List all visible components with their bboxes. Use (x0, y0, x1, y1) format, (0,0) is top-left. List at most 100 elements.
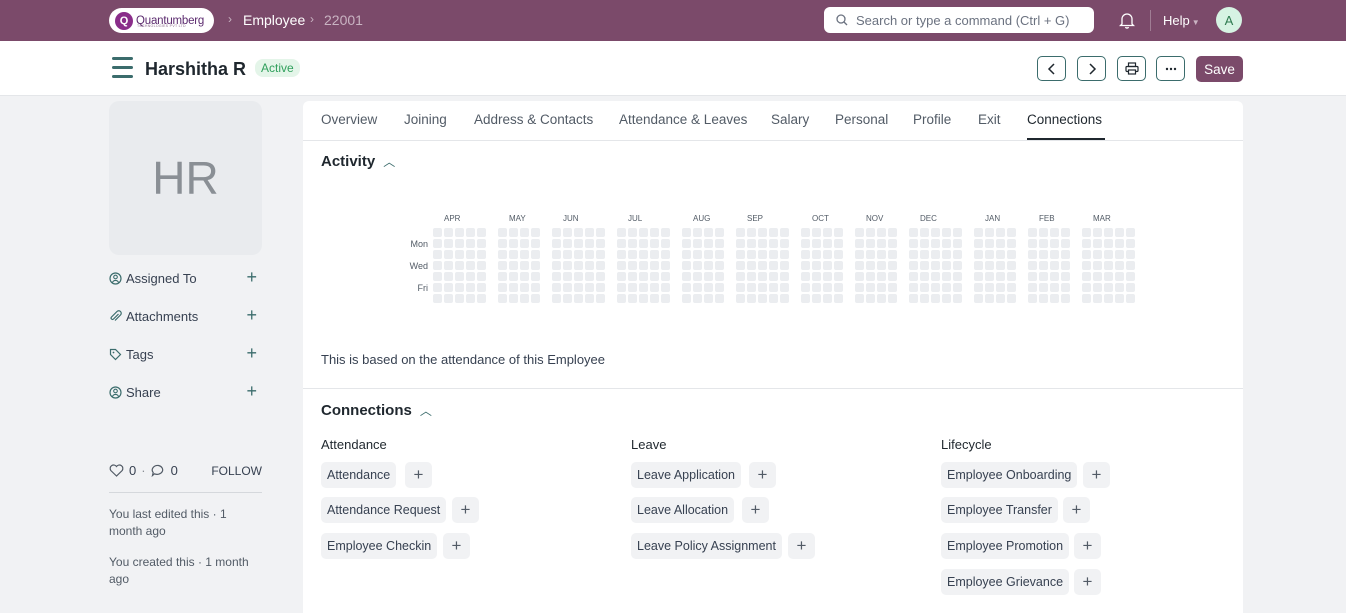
tab-address-contacts[interactable]: Address & Contacts (474, 112, 593, 127)
heatmap-cell (1007, 261, 1016, 270)
employee-avatar[interactable]: HR (109, 101, 262, 255)
brand-logo[interactable]: Q Quantumberg TECHNOLOGIES PVT LTD (109, 8, 214, 33)
add-leave-policy-assignment-button[interactable]: + (788, 533, 815, 559)
heatmap-cell (909, 250, 918, 259)
add-attendance-request-button[interactable]: + (452, 497, 479, 523)
help-label: Help (1163, 13, 1190, 28)
heatmap-cell (531, 261, 540, 270)
heatmap-cell (1082, 272, 1091, 281)
heatmap-cell (617, 294, 626, 303)
heatmap-cell (1061, 250, 1070, 259)
next-record-button[interactable] (1077, 56, 1106, 81)
link-leave-policy-assignment[interactable]: Leave Policy Assignment (631, 533, 782, 559)
heatmap-cell (877, 250, 886, 259)
save-button[interactable]: Save (1196, 56, 1243, 82)
heatmap-cell (888, 272, 897, 281)
search-input[interactable] (856, 12, 1086, 28)
tab-overview[interactable]: Overview (321, 112, 377, 127)
heatmap-cell (1039, 294, 1048, 303)
sidebar-item-share[interactable]: Share + (109, 382, 262, 402)
breadcrumb-record[interactable]: 22001 (324, 12, 363, 28)
help-menu[interactable]: Help ▼ (1163, 13, 1200, 28)
sidebar-item-tags[interactable]: Tags + (109, 344, 262, 364)
heatmap-cell (780, 272, 789, 281)
add-employee-checkin-button[interactable]: + (443, 533, 470, 559)
heatmap-cell (1061, 283, 1070, 292)
heatmap-cell (1082, 228, 1091, 237)
link-employee-onboarding[interactable]: Employee Onboarding (941, 462, 1078, 488)
follow-button[interactable]: FOLLOW (211, 464, 262, 478)
add-employee-onboarding-button[interactable]: + (1083, 462, 1110, 488)
link-employee-promotion[interactable]: Employee Promotion (941, 533, 1070, 559)
tab-salary[interactable]: Salary (771, 112, 809, 127)
link-leave-application[interactable]: Leave Application (631, 462, 741, 488)
heatmap-cell (650, 283, 659, 292)
activity-section-header[interactable]: Activity ︿ (321, 153, 395, 170)
more-actions-button[interactable] (1156, 56, 1185, 81)
sidebar-toggle-icon[interactable] (112, 57, 133, 79)
previous-record-button[interactable] (1037, 56, 1066, 81)
heatmap-cell (942, 250, 951, 259)
heatmap-cell (585, 239, 594, 248)
heatmap-cell (1007, 272, 1016, 281)
add-employee-transfer-button[interactable]: + (1063, 497, 1090, 523)
user-avatar[interactable]: A (1216, 7, 1242, 33)
link-employee-checkin[interactable]: Employee Checkin (321, 533, 438, 559)
breadcrumb-employee[interactable]: Employee (243, 12, 305, 28)
heatmap-cell (585, 283, 594, 292)
heatmap-cell (1115, 228, 1124, 237)
tab-personal[interactable]: Personal (835, 112, 888, 127)
comment-icon[interactable] (151, 464, 166, 477)
heatmap-cell (617, 228, 626, 237)
tab-joining[interactable]: Joining (404, 112, 447, 127)
add-employee-promotion-button[interactable]: + (1074, 533, 1101, 559)
sidebar-item-assigned-to[interactable]: Assigned To + (109, 268, 262, 288)
heatmap-cell (877, 294, 886, 303)
heatmap-cell (780, 239, 789, 248)
print-button[interactable] (1117, 56, 1146, 81)
heatmap-cell (585, 294, 594, 303)
connections-section-header[interactable]: Connections ︿ (321, 402, 432, 419)
heatmap-cell (552, 294, 561, 303)
heatmap-cell (444, 228, 453, 237)
link-attendance-request[interactable]: Attendance Request (321, 497, 447, 523)
search-bar[interactable] (824, 7, 1094, 33)
heatmap-cell (1082, 294, 1091, 303)
add-attendance-button[interactable]: + (405, 462, 432, 488)
link-employee-grievance[interactable]: Employee Grievance (941, 569, 1070, 595)
heatmap-cell (996, 294, 1005, 303)
heatmap-cell (974, 239, 983, 248)
heatmap-cell (812, 272, 821, 281)
add-share-button[interactable]: + (246, 382, 257, 400)
heatmap-cell (628, 250, 637, 259)
bell-icon[interactable] (1119, 12, 1135, 29)
add-employee-grievance-button[interactable]: + (1074, 569, 1101, 595)
engagement-stats: 0 · 0 FOLLOW (109, 463, 262, 478)
add-assignee-button[interactable]: + (246, 268, 257, 286)
add-leave-application-button[interactable]: + (749, 462, 776, 488)
heatmap-cell (477, 250, 486, 259)
heatmap-cell (996, 283, 1005, 292)
heart-icon[interactable] (109, 464, 124, 477)
tab-bar: Overview Joining Address & Contacts Atte… (303, 101, 1243, 141)
active-tab-indicator (1027, 138, 1105, 140)
tab-connections[interactable]: Connections (1027, 112, 1102, 127)
add-attachment-button[interactable]: + (246, 306, 257, 324)
chevron-up-icon: ︿ (383, 155, 396, 169)
link-attendance[interactable]: Attendance (321, 462, 397, 488)
heatmap-cell (693, 261, 702, 270)
tab-profile[interactable]: Profile (913, 112, 951, 127)
tab-attendance-leaves[interactable]: Attendance & Leaves (619, 112, 747, 127)
heatmap-cell (974, 261, 983, 270)
tab-exit[interactable]: Exit (978, 112, 1001, 127)
heatmap-cell (801, 272, 810, 281)
heatmap-cell (920, 261, 929, 270)
sidebar-item-label: Share (126, 384, 161, 400)
heatmap-cell (585, 261, 594, 270)
add-leave-allocation-button[interactable]: + (742, 497, 769, 523)
sidebar-item-attachments[interactable]: Attachments + (109, 306, 262, 326)
link-employee-transfer[interactable]: Employee Transfer (941, 497, 1058, 523)
heatmap-cell (693, 239, 702, 248)
add-tag-button[interactable]: + (246, 344, 257, 362)
link-leave-allocation[interactable]: Leave Allocation (631, 497, 735, 523)
